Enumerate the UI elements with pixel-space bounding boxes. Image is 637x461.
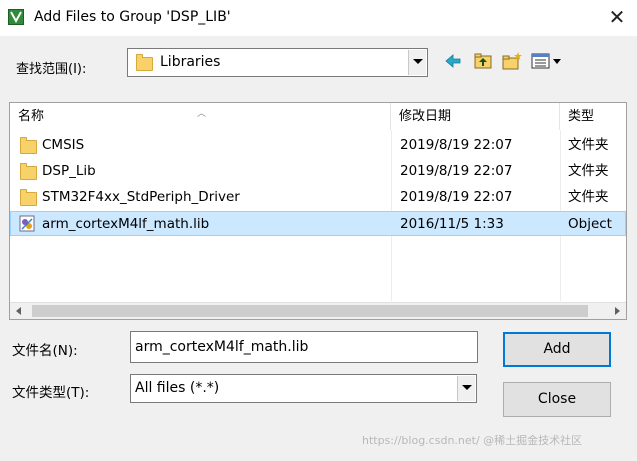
folder-icon <box>20 163 37 180</box>
file-type: 文件夹 <box>568 189 609 205</box>
filename-input[interactable]: arm_cortexM4lf_math.lib <box>130 331 478 363</box>
up-folder-icon[interactable] <box>472 50 494 72</box>
file-type: 文件夹 <box>568 163 609 179</box>
look-in-label: 查找范围(I): <box>16 62 87 77</box>
column-header-name-label: 名称 <box>18 109 45 124</box>
folder-icon <box>20 189 37 206</box>
file-row-math-lib[interactable]: arm_cortexM4lf_math.lib 2016/11/5 1:33 O… <box>10 211 626 236</box>
window-title: Add Files to Group 'DSP_LIB' <box>34 9 231 25</box>
add-button[interactable]: Add <box>503 332 611 367</box>
sort-up-icon: ︿ <box>197 109 207 119</box>
file-name: CMSIS <box>42 137 85 153</box>
chevron-down-icon[interactable] <box>457 376 475 401</box>
back-arrow-icon[interactable] <box>442 50 464 72</box>
title-bar: Add Files to Group 'DSP_LIB' ✕ <box>0 0 637 36</box>
file-row-dsp-lib[interactable]: DSP_Lib 2019/8/19 22:07 文件夹 <box>10 159 626 184</box>
filetype-label: 文件类型(T): <box>12 385 90 401</box>
file-date: 2019/8/19 22:07 <box>400 163 513 179</box>
look-in-value: Libraries <box>160 54 221 70</box>
file-type: Object <box>568 216 612 232</box>
file-date: 2019/8/19 22:07 <box>400 189 513 205</box>
file-row-stdperiph[interactable]: STM32F4xx_StdPeriph_Driver 2019/8/19 22:… <box>10 185 626 210</box>
scrollbar-thumb[interactable] <box>32 305 588 317</box>
look-in-combo[interactable]: Libraries <box>127 48 428 77</box>
filetype-value: All files (*.*) <box>135 380 220 396</box>
scroll-left-icon[interactable] <box>16 307 21 315</box>
file-date: 2019/8/19 22:07 <box>400 137 513 153</box>
scroll-right-icon[interactable] <box>615 307 620 315</box>
column-header-type[interactable]: 类型 <box>560 103 626 130</box>
file-name: STM32F4xx_StdPeriph_Driver <box>42 189 240 205</box>
folder-icon <box>20 137 37 154</box>
file-type: 文件夹 <box>568 137 609 153</box>
file-date: 2016/11/5 1:33 <box>400 216 504 232</box>
file-name: arm_cortexM4lf_math.lib <box>42 216 210 232</box>
horizontal-scrollbar[interactable] <box>10 302 626 319</box>
close-icon[interactable]: ✕ <box>600 2 634 32</box>
chevron-down-icon[interactable] <box>408 50 426 75</box>
app-icon <box>8 9 24 25</box>
file-row-cmsis[interactable]: CMSIS 2019/8/19 22:07 文件夹 <box>10 133 626 158</box>
column-header-date[interactable]: 修改日期 <box>391 103 560 130</box>
lib-file-icon <box>19 215 36 232</box>
new-folder-icon[interactable] <box>501 50 523 72</box>
filetype-combo[interactable]: All files (*.*) <box>130 374 477 403</box>
close-button[interactable]: Close <box>503 382 611 417</box>
filename-label: 文件名(N): <box>12 343 78 359</box>
file-list[interactable]: 名称 ︿ 修改日期 类型 CMSIS 2019/8/19 22:07 文件夹 D… <box>9 102 627 320</box>
folder-icon <box>136 54 153 71</box>
view-menu-icon[interactable] <box>530 50 566 72</box>
column-header-name[interactable]: 名称 ︿ <box>10 103 391 130</box>
file-name: DSP_Lib <box>42 163 96 179</box>
watermark: https://blog.csdn.net/ @稀土掘金技术社区 <box>362 434 583 447</box>
